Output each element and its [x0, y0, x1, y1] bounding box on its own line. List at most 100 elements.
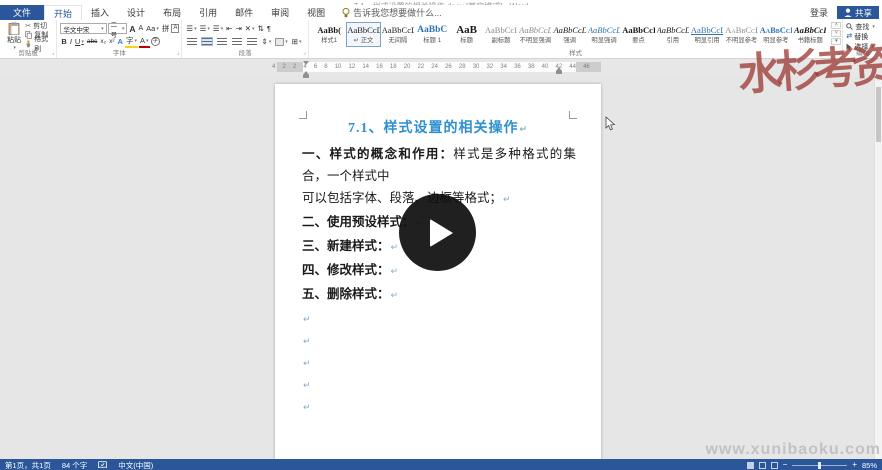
style-card-不明显参考[interactable]: AaBbCcDi不明显参考 — [724, 22, 758, 47]
style-card-明显引用[interactable]: AaBbCcD明显引用 — [690, 22, 724, 47]
tab-视图[interactable]: 视图 — [298, 5, 334, 20]
line-spacing-button[interactable]: ⇕▾ — [260, 37, 272, 47]
style-card-样式1[interactable]: AaBb(样式1 — [312, 22, 346, 47]
change-case-button[interactable]: Aa▾ — [145, 24, 160, 34]
show-marks-button[interactable]: ¶ — [266, 24, 272, 34]
tab-开始[interactable]: 开始 — [44, 5, 82, 20]
align-center-icon — [202, 38, 212, 45]
styles-group-label: 样式 — [309, 49, 842, 58]
paragraph-dialog-launcher[interactable]: ⌟ — [303, 50, 306, 57]
zoom-slider-thumb[interactable] — [818, 462, 821, 469]
font-color-button[interactable]: A▾ — [139, 36, 150, 48]
paste-label: 粘贴 — [3, 37, 25, 45]
style-card-无间隔[interactable]: AaBbCcD无间隔 — [381, 22, 415, 47]
style-card-强调[interactable]: AaBbCcD强调 — [552, 22, 586, 47]
gallery-more-button[interactable]: ▾ — [831, 38, 841, 45]
gallery-up-button[interactable]: ˄ — [831, 22, 841, 29]
signin-link[interactable]: 登录 — [810, 6, 828, 19]
style-card-不明显强调[interactable]: AaBbCcD不明显强调 — [518, 22, 552, 47]
bullets-button[interactable]: ☰▾ — [185, 24, 197, 34]
justify-button[interactable] — [230, 37, 244, 46]
align-center-button[interactable] — [200, 37, 214, 46]
language-indicator[interactable]: 中文(中国) — [118, 460, 153, 470]
style-card-标题[interactable]: AaB标题 — [449, 22, 483, 47]
underline-button[interactable]: U▾ — [74, 37, 85, 47]
shading-button[interactable]: ▾ — [273, 37, 290, 47]
tab-设计[interactable]: 设计 — [118, 5, 154, 20]
font-name-combo[interactable]: 华文中宋 ▾ — [60, 23, 106, 34]
tab-布局[interactable]: 布局 — [154, 5, 190, 20]
ruler-number: 40 — [542, 63, 549, 71]
replace-button[interactable]: ⇄ 替换 — [846, 32, 880, 41]
strikethrough-button[interactable]: abc — [86, 37, 98, 47]
font-size-combo[interactable]: 二号 ▾ — [108, 23, 128, 34]
zoom-level[interactable]: 85% — [862, 461, 877, 470]
text-effects-button[interactable]: A — [117, 37, 124, 47]
cut-button[interactable]: ✂ 剪切 — [25, 22, 54, 30]
scrollbar-thumb[interactable] — [876, 87, 881, 142]
asian-layout-button[interactable]: ✕▾ — [244, 24, 256, 34]
font-dialog-launcher[interactable]: ⌟ — [177, 50, 180, 57]
style-card-副标题[interactable]: AaBbCcI副标题 — [484, 22, 518, 47]
character-border-button[interactable]: A — [171, 24, 179, 33]
video-play-button[interactable] — [399, 194, 476, 271]
style-card-引用[interactable]: AaBbCcD引用 — [656, 22, 690, 47]
indent-marker-left[interactable] — [303, 61, 309, 78]
tab-审阅[interactable]: 审阅 — [262, 5, 298, 20]
horizontal-ruler[interactable]: 4224681012141618202224262830323436384042… — [0, 59, 882, 75]
zoom-in-button[interactable]: + — [852, 461, 857, 469]
document-page[interactable]: 7.1、样式设置的相关操作↵ 一、样式的概念和作用：样式是多种格式的集合，一个样… — [275, 84, 601, 459]
proofing-status[interactable] — [98, 461, 107, 469]
align-left-button[interactable] — [185, 37, 199, 46]
multilevel-list-button[interactable]: ☰▾ — [212, 24, 224, 34]
style-card-标题 1[interactable]: AaBbC标题 1 — [415, 22, 449, 47]
numbering-button[interactable]: ☰▾ — [199, 24, 211, 34]
decrease-indent-button[interactable]: ⇤ — [225, 24, 233, 34]
enclose-characters-button[interactable]: 字 — [151, 37, 161, 46]
clipboard-dialog-launcher[interactable]: ⌟ — [52, 50, 55, 57]
word-count[interactable]: 84 个字 — [62, 460, 87, 470]
shrink-font-button[interactable]: A — [138, 24, 145, 34]
style-card-书籍标题[interactable]: AaBbCcI书籍标题 — [793, 22, 827, 47]
format-painter-button[interactable]: 格式刷 — [25, 40, 54, 48]
superscript-button[interactable]: x² — [108, 37, 115, 47]
web-layout-icon[interactable] — [771, 462, 778, 469]
print-layout-icon[interactable] — [759, 462, 766, 469]
tab-file[interactable]: 文件 — [0, 5, 44, 20]
find-button[interactable]: 查找▾ — [846, 22, 880, 31]
grow-font-button[interactable]: A — [128, 24, 136, 34]
tab-邮件[interactable]: 邮件 — [226, 5, 262, 20]
styles-group: AaBb(样式1AaBbCcD↵ 正文AaBbCcD无间隔AaBbC标题 1Aa… — [309, 20, 843, 58]
style-card-明显强调[interactable]: AaBbCcD明显强调 — [587, 22, 621, 47]
subscript-button[interactable]: x₂ — [99, 37, 107, 47]
zoom-out-button[interactable]: − — [783, 461, 788, 469]
paste-button[interactable]: 粘贴 ▾ — [3, 22, 25, 47]
borders-button[interactable]: ⊞▾ — [291, 37, 303, 47]
style-card-正文[interactable]: AaBbCcD↵ 正文 — [346, 22, 380, 47]
align-right-button[interactable] — [215, 37, 229, 46]
scroll-up-arrow[interactable]: ˄ — [875, 77, 882, 83]
tab-引用[interactable]: 引用 — [190, 5, 226, 20]
paragraph-mark: ↵ — [303, 315, 311, 325]
page-indicator[interactable]: 第1页，共1页 — [5, 460, 51, 470]
ruler-number: 8 — [324, 63, 327, 71]
gallery-down-button[interactable]: ˅ — [831, 30, 841, 37]
style-card-明显参考[interactable]: AaBbCcL明显参考 — [759, 22, 793, 47]
increase-indent-button[interactable]: ⇥ — [234, 24, 242, 34]
style-card-要点[interactable]: AaBbCcI要点 — [621, 22, 655, 47]
read-mode-icon[interactable] — [747, 462, 754, 469]
italic-button[interactable]: I — [69, 37, 73, 47]
distribute-button[interactable] — [245, 37, 259, 46]
indent-marker-right[interactable] — [556, 64, 562, 74]
sort-button[interactable]: ⇅ — [257, 24, 265, 34]
ruler-number: 44 — [569, 63, 576, 71]
share-button[interactable]: 共享 — [837, 6, 879, 19]
phonetic-guide-button[interactable]: 拼 — [161, 24, 171, 34]
vertical-scrollbar[interactable]: ˄ — [874, 75, 882, 459]
highlight-color-button[interactable]: 字▾ — [125, 36, 138, 48]
styles-dialog-launcher[interactable]: ⌟ — [838, 50, 841, 57]
tellme-box[interactable]: 告诉我您想要做什么... — [342, 5, 442, 20]
ruler-number: 38 — [528, 63, 535, 71]
zoom-slider[interactable] — [792, 465, 847, 466]
bold-button[interactable]: B — [60, 37, 67, 47]
